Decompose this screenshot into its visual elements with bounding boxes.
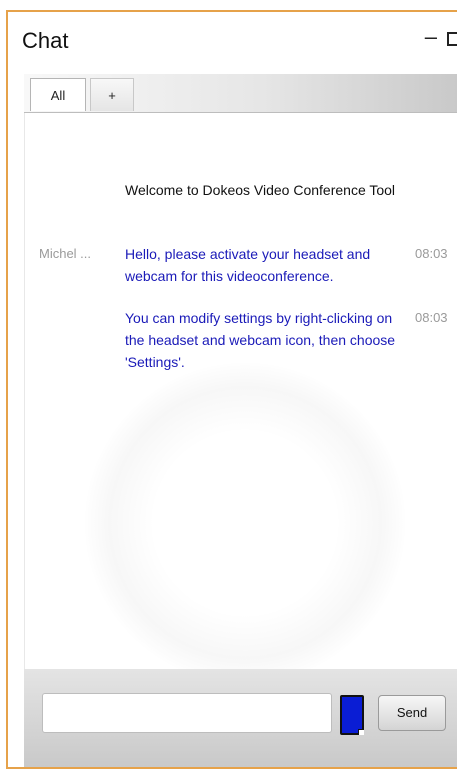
background-watermark [85, 363, 405, 683]
text-color-picker[interactable] [340, 695, 364, 735]
message-list: Welcome to Dokeos Video Conference Tool … [24, 113, 457, 683]
message-text: Welcome to Dokeos Video Conference Tool [125, 182, 396, 198]
message-text: Hello, please activate your headset and … [125, 246, 371, 284]
message-sender: Michel ... [39, 246, 92, 261]
message-input[interactable] [42, 693, 332, 733]
send-button[interactable]: Send [378, 695, 446, 731]
title-bar: Chat – [8, 12, 457, 62]
dropdown-indicator-icon [358, 729, 364, 735]
message-composer: Send [24, 669, 457, 767]
minimize-button[interactable]: – [425, 24, 437, 50]
add-tab-button[interactable]: + [90, 78, 134, 111]
maximize-button[interactable] [447, 32, 457, 46]
window-title: Chat [22, 28, 69, 53]
message-time: 08:03 [415, 246, 448, 261]
tab-bar: All + [24, 74, 457, 113]
chat-window: Chat – All + Welcome to Dokeos Video Con… [6, 10, 457, 769]
message-text: You can modify settings by right-clickin… [125, 310, 396, 370]
tab-all[interactable]: All [30, 78, 86, 111]
message-time: 08:03 [415, 310, 448, 325]
